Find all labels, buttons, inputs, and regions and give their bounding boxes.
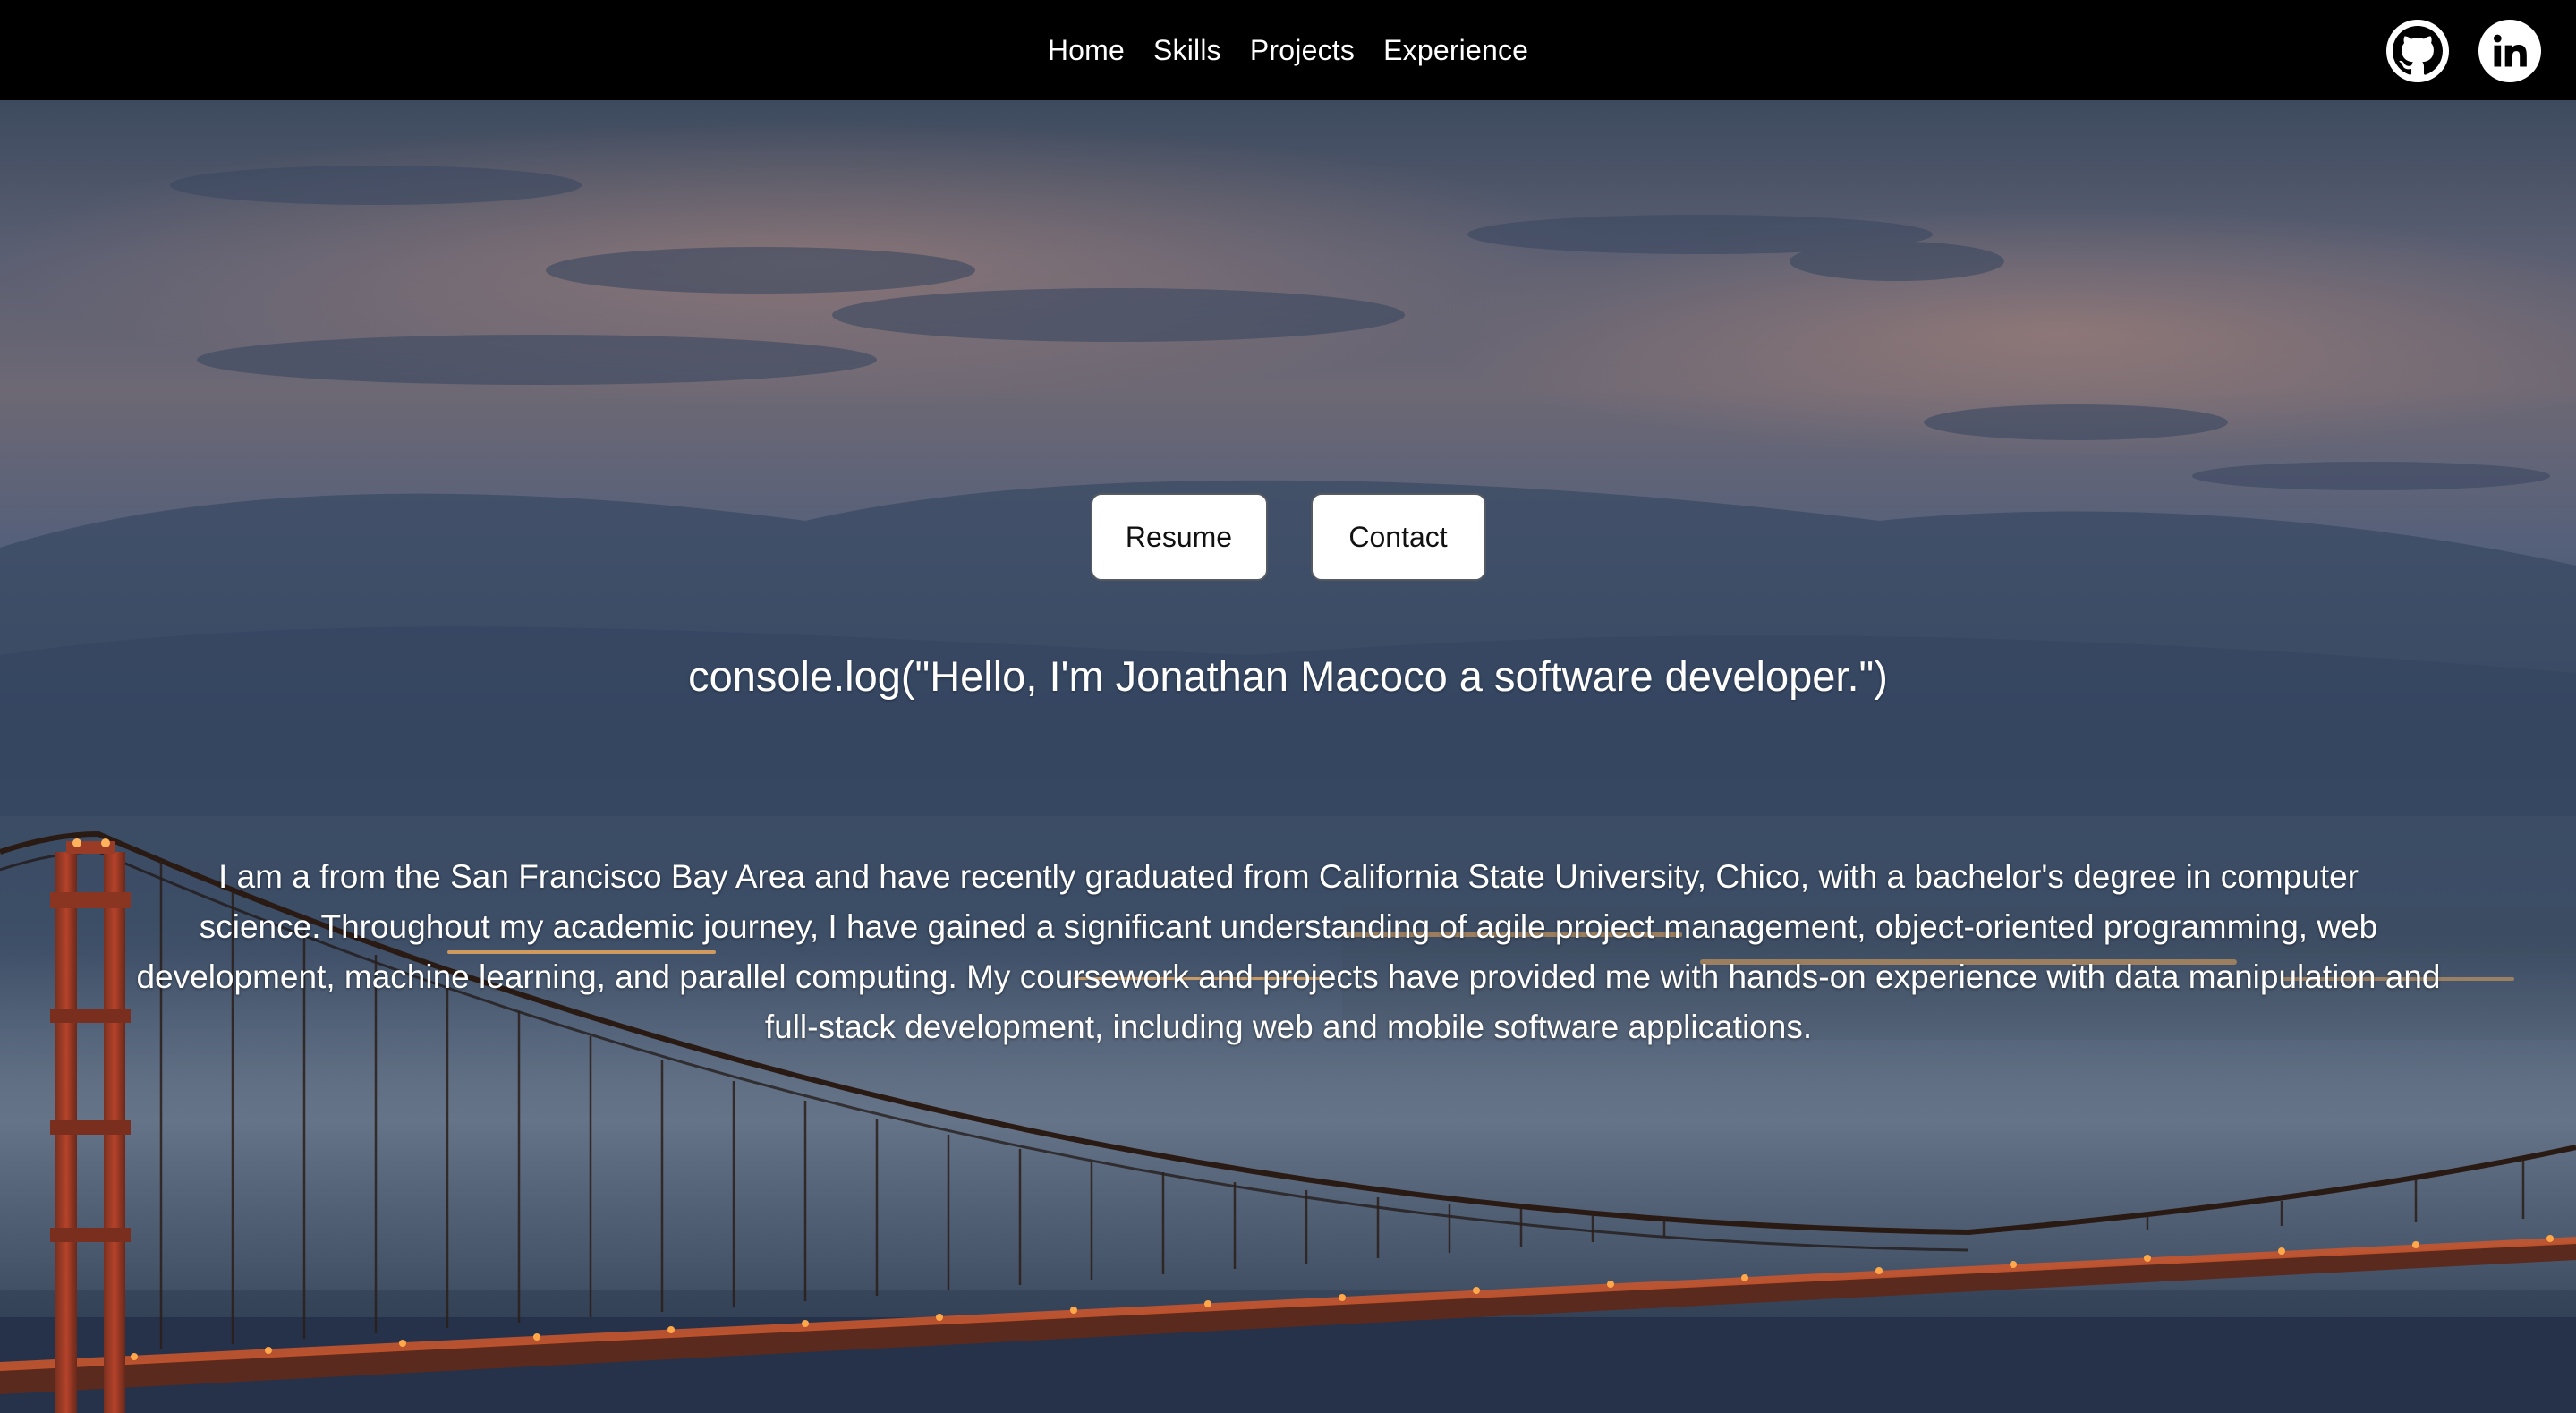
golden-gate-background-image — [0, 100, 2576, 1413]
linkedin-link[interactable] — [2478, 20, 2541, 82]
hero-headline: console.log("Hello, I'm Jonathan Macoco … — [688, 652, 1888, 700]
hero-section: Resume Contact console.log("Hello, I'm J… — [0, 100, 2576, 1413]
top-navbar: Home Skills Projects Experience — [0, 0, 2576, 100]
bio-paragraph: I am a from the San Francisco Bay Area a… — [136, 858, 2441, 1045]
nav-link-home[interactable]: Home — [1048, 34, 1125, 67]
github-link[interactable] — [2386, 20, 2449, 82]
hero-button-row: Resume Contact — [0, 493, 2576, 581]
contact-button[interactable]: Contact — [1310, 493, 1486, 581]
resume-button[interactable]: Resume — [1090, 493, 1268, 581]
github-icon — [2393, 26, 2443, 75]
nav-link-skills[interactable]: Skills — [1153, 34, 1221, 67]
linkedin-icon — [2494, 34, 2527, 67]
nav-link-experience[interactable]: Experience — [1383, 34, 1528, 67]
nav-links: Home Skills Projects Experience — [0, 0, 2576, 100]
nav-link-projects[interactable]: Projects — [1250, 34, 1355, 67]
